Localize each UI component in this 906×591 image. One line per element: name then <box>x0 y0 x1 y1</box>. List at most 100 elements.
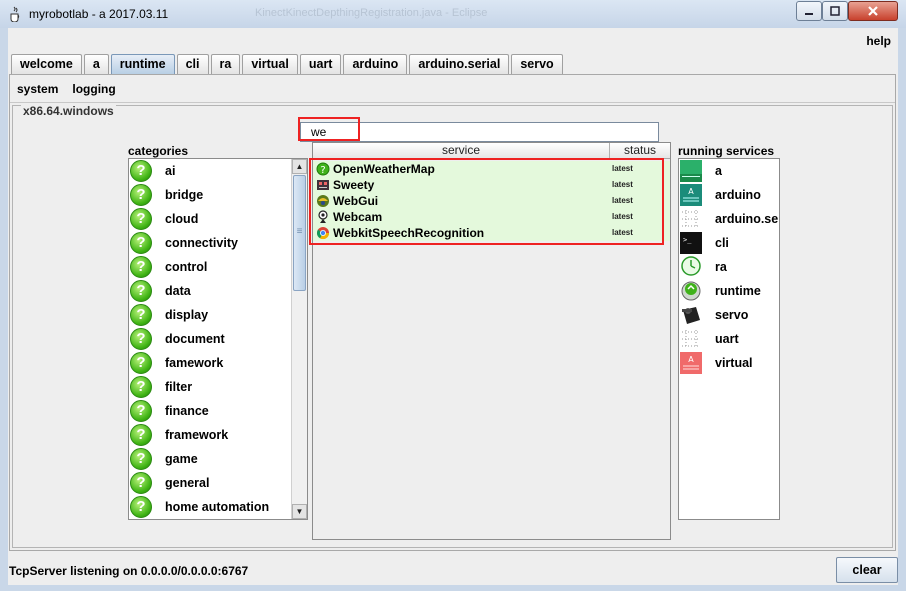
tab-runtime[interactable]: runtime <box>110 54 175 74</box>
close-icon <box>868 6 878 16</box>
category-label: general <box>165 476 210 490</box>
services-header: service status <box>313 143 670 159</box>
title-bar: myrobotlab - a 2017.03.11 KinectKinectDe… <box>0 0 906 28</box>
category-label: home automation <box>165 500 270 514</box>
service-name: OpenWeatherMap <box>333 162 435 176</box>
category-framework[interactable]: ? framework <box>129 423 291 447</box>
running-service-arduino-serial[interactable]: arduino.serial <box>679 207 779 231</box>
status-column-header[interactable]: status <box>610 143 670 159</box>
category-data[interactable]: ? data <box>129 279 291 303</box>
category-finance[interactable]: ? finance <box>129 399 291 423</box>
running-service-uart[interactable]: uart <box>679 327 779 351</box>
running-service-ra[interactable]: ra <box>679 255 779 279</box>
service-row[interactable]: WebGui latest <box>313 193 670 209</box>
scroll-thumb[interactable]: ≡ <box>293 175 306 291</box>
platform-label: x86.64.windows <box>21 104 116 118</box>
clear-button[interactable]: clear <box>836 557 898 583</box>
question-icon: ? <box>130 304 152 326</box>
tab-ra[interactable]: ra <box>210 54 241 74</box>
service-row[interactable]: Sweety latest <box>313 177 670 193</box>
running-service-virtual[interactable]: A virtual <box>679 351 779 375</box>
tab-arduino-serial[interactable]: arduino.serial <box>409 54 510 74</box>
category-display[interactable]: ? display <box>129 303 291 327</box>
question-icon: ? <box>130 376 152 398</box>
runtime-subtabs: system logging <box>17 82 116 96</box>
webgui-icon <box>317 195 329 207</box>
running-service-label: a <box>715 164 722 178</box>
category-filter[interactable]: ? filter <box>129 375 291 399</box>
category-famework[interactable]: ? famework <box>129 351 291 375</box>
chrome-icon <box>316 227 329 240</box>
service-status: latest <box>612 196 633 205</box>
serial-port-icon <box>682 210 700 228</box>
help-menu[interactable]: help <box>866 34 891 48</box>
running-service-arduino[interactable]: A arduino <box>679 183 779 207</box>
category-label: framework <box>165 428 229 442</box>
minimize-button[interactable] <box>796 1 822 21</box>
close-button[interactable] <box>848 1 898 21</box>
tab-a[interactable]: a <box>83 54 109 74</box>
running-service-servo[interactable]: servo <box>679 303 779 327</box>
service-row[interactable]: ? OpenWeatherMap latest <box>313 161 670 177</box>
categories-list: ? ai ? bridge ? cloud ? connectivity ? contro… <box>128 158 308 520</box>
question-icon: ? <box>130 472 152 494</box>
tab-cli[interactable]: cli <box>176 54 209 74</box>
tab-servo[interactable]: servo <box>511 54 563 74</box>
svg-text:>_: >_ <box>683 236 692 244</box>
category-label: display <box>165 308 209 322</box>
category-cloud[interactable]: ? cloud <box>129 207 291 231</box>
category-label: bridge <box>165 188 204 202</box>
running-service-cli[interactable]: >_ cli <box>679 231 779 255</box>
category-label: filter <box>165 380 193 394</box>
runtime-panel: system logging x86.64.windows categories… <box>9 74 896 551</box>
running-service-label: runtime <box>715 284 761 298</box>
scroll-down-button[interactable]: ▼ <box>292 504 307 519</box>
running-service-a[interactable]: a <box>679 159 779 183</box>
subtab-logging[interactable]: logging <box>72 82 115 96</box>
running-service-label: uart <box>715 332 739 346</box>
category-game[interactable]: ? game <box>129 447 291 471</box>
window-client: help welcome a runtime cli ra virtual ua… <box>8 28 898 585</box>
service-status: latest <box>612 180 633 189</box>
subtab-divider <box>10 102 895 103</box>
svg-text:A: A <box>688 187 694 196</box>
maximize-button[interactable] <box>822 1 848 21</box>
webcam-icon <box>318 210 328 223</box>
service-tabs: welcome a runtime cli ra virtual uart ar… <box>11 54 565 74</box>
category-home-automation[interactable]: ? home automation <box>129 495 291 519</box>
running-service-runtime[interactable]: runtime <box>679 279 779 303</box>
question-icon: ? <box>130 256 152 278</box>
question-icon: ? <box>130 424 152 446</box>
green-panel-icon <box>680 160 702 182</box>
service-row[interactable]: WebkitSpeechRecognition latest <box>313 225 670 241</box>
arduino-board-icon: A <box>680 184 702 206</box>
question-icon: ? <box>130 160 152 182</box>
categories-scrollbar[interactable]: ▲ ≡ ▼ <box>291 159 307 519</box>
question-icon: ? <box>130 496 152 518</box>
svg-text:?: ? <box>320 165 325 176</box>
service-row[interactable]: Webcam latest <box>313 209 670 225</box>
running-service-label: servo <box>715 308 749 322</box>
subtab-system[interactable]: system <box>17 82 58 96</box>
service-name: Webcam <box>333 210 383 224</box>
scroll-up-button[interactable]: ▲ <box>292 159 307 174</box>
terminal-icon: >_ <box>680 232 702 254</box>
category-connectivity[interactable]: ? connectivity <box>129 231 291 255</box>
category-document[interactable]: ? document <box>129 327 291 351</box>
service-column-header[interactable]: service <box>313 143 610 159</box>
category-bridge[interactable]: ? bridge <box>129 183 291 207</box>
search-input[interactable] <box>300 122 659 142</box>
running-service-label: arduino <box>715 188 761 202</box>
category-ai[interactable]: ? ai <box>129 159 291 183</box>
tab-welcome[interactable]: welcome <box>11 54 82 74</box>
service-name: WebGui <box>333 194 379 208</box>
category-control[interactable]: ? control <box>129 255 291 279</box>
running-services-list: a A arduino arduino.serial >_ cli ra <box>678 158 780 520</box>
svg-text:A: A <box>688 355 694 364</box>
category-label: control <box>165 260 208 274</box>
category-general[interactable]: ? general <box>129 471 291 495</box>
category-label: famework <box>165 356 224 370</box>
tab-virtual[interactable]: virtual <box>242 54 298 74</box>
tab-arduino[interactable]: arduino <box>343 54 408 74</box>
tab-uart[interactable]: uart <box>299 54 342 74</box>
